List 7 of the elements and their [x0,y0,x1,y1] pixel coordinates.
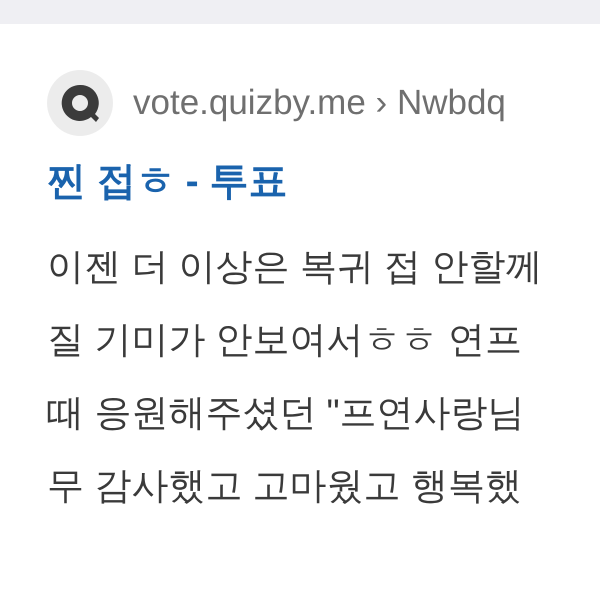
snippet-line: 무 감사했고 고마웠고 행복했 [47,464,523,508]
snippet-line: 때 응원해주셨던 "프연사랑님 [47,391,526,435]
q-logo-icon [60,83,100,123]
site-url: vote.quizby.me › Nwbdq [133,83,506,123]
snippet-line: 질 기미가 안보여서ㅎㅎ 연프 [47,318,523,362]
result-title-link[interactable]: 찐 접ㅎ - 투표 [47,154,288,208]
snippet-line: 이젠 더 이상은 복귀 접 안할께 [47,245,544,289]
